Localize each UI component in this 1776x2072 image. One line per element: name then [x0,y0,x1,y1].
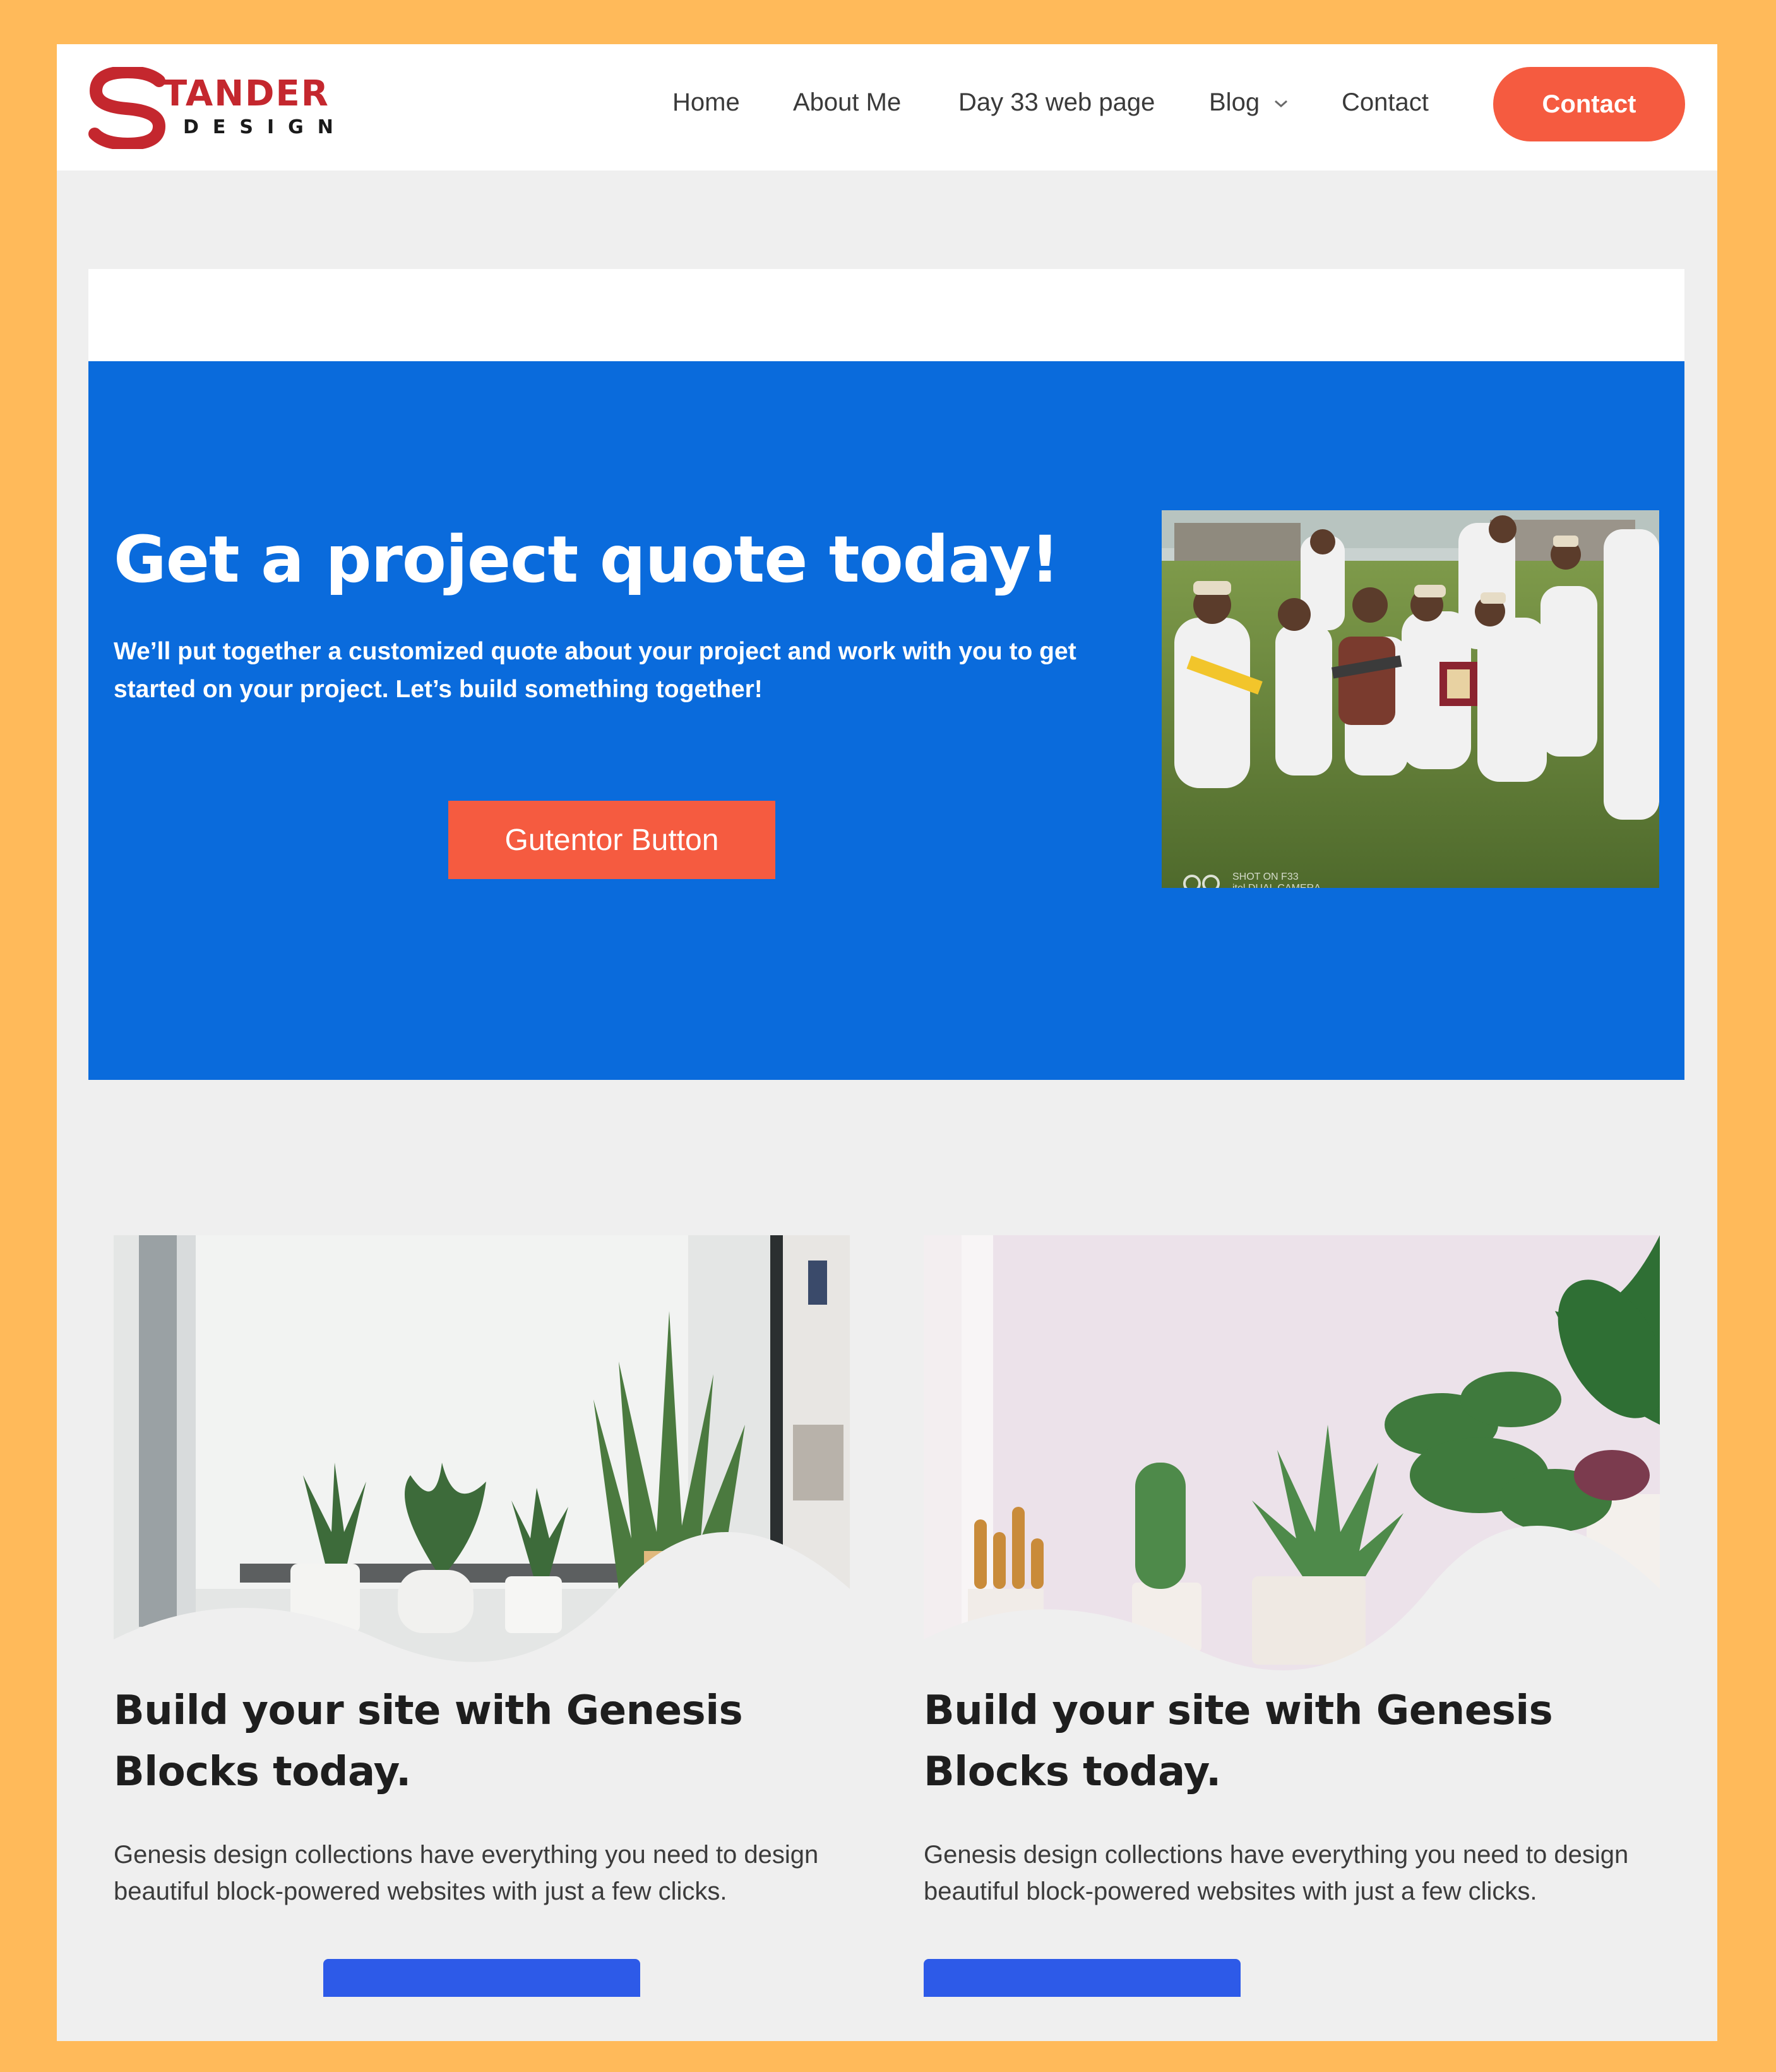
photo-caption-text: SHOT ON F33 itel DUAL CAMERA [1232,871,1321,888]
chevron-down-icon [1275,100,1288,108]
card-plants-image-2 [924,1235,1660,1677]
gutentor-button[interactable]: Gutentor Button [448,801,775,879]
nav-item-home[interactable]: Home [672,88,740,117]
card-button[interactable] [323,1959,640,1997]
content-strip [88,269,1684,361]
card-title: Build your site with Genesis Blocks toda… [924,1687,1553,1795]
site-header: TANDER DESIGN Home About Me Day 33 web p… [57,44,1717,171]
card-genesis-2: Build your site with Genesis Blocks toda… [924,1235,1662,1997]
card-description: Genesis design collections have everythi… [924,1841,1629,1905]
card-description: Genesis design collections have everythi… [114,1841,819,1905]
photo-caption-line2: itel DUAL CAMERA [1232,883,1321,888]
main-nav: Home About Me Day 33 web page Blog Conta… [57,44,1717,171]
group-photo: SHOT ON F33 itel DUAL CAMERA [1162,510,1659,888]
dual-camera-icon [1183,875,1220,888]
nav-item-blog-label: Blog [1209,88,1260,116]
cactus-photo [924,1235,1660,1677]
card-title: Build your site with Genesis Blocks toda… [114,1687,743,1795]
card-plants-image-1 [114,1235,850,1677]
contact-button[interactable]: Contact [1493,67,1685,141]
nav-item-day-33-web-page[interactable]: Day 33 web page [958,88,1155,117]
plants-photo [114,1235,850,1677]
web-page: TANDER DESIGN Home About Me Day 33 web p… [57,44,1717,2041]
group-photo-image [1162,510,1659,888]
nav-item-about-me[interactable]: About Me [793,88,901,117]
hero-description: We’ll put together a customized quote ab… [114,638,1076,703]
quote-hero-section: Get a project quote today! We’ll put tog… [88,361,1684,1080]
hero-title: Get a project quote today! [114,522,1059,597]
card-genesis-1: Build your site with Genesis Blocks toda… [114,1235,852,1997]
photo-caption-line1: SHOT ON F33 [1232,871,1299,882]
nav-item-blog[interactable]: Blog [1209,88,1289,117]
card-button[interactable] [924,1959,1241,1997]
nav-item-contact[interactable]: Contact [1342,88,1429,117]
